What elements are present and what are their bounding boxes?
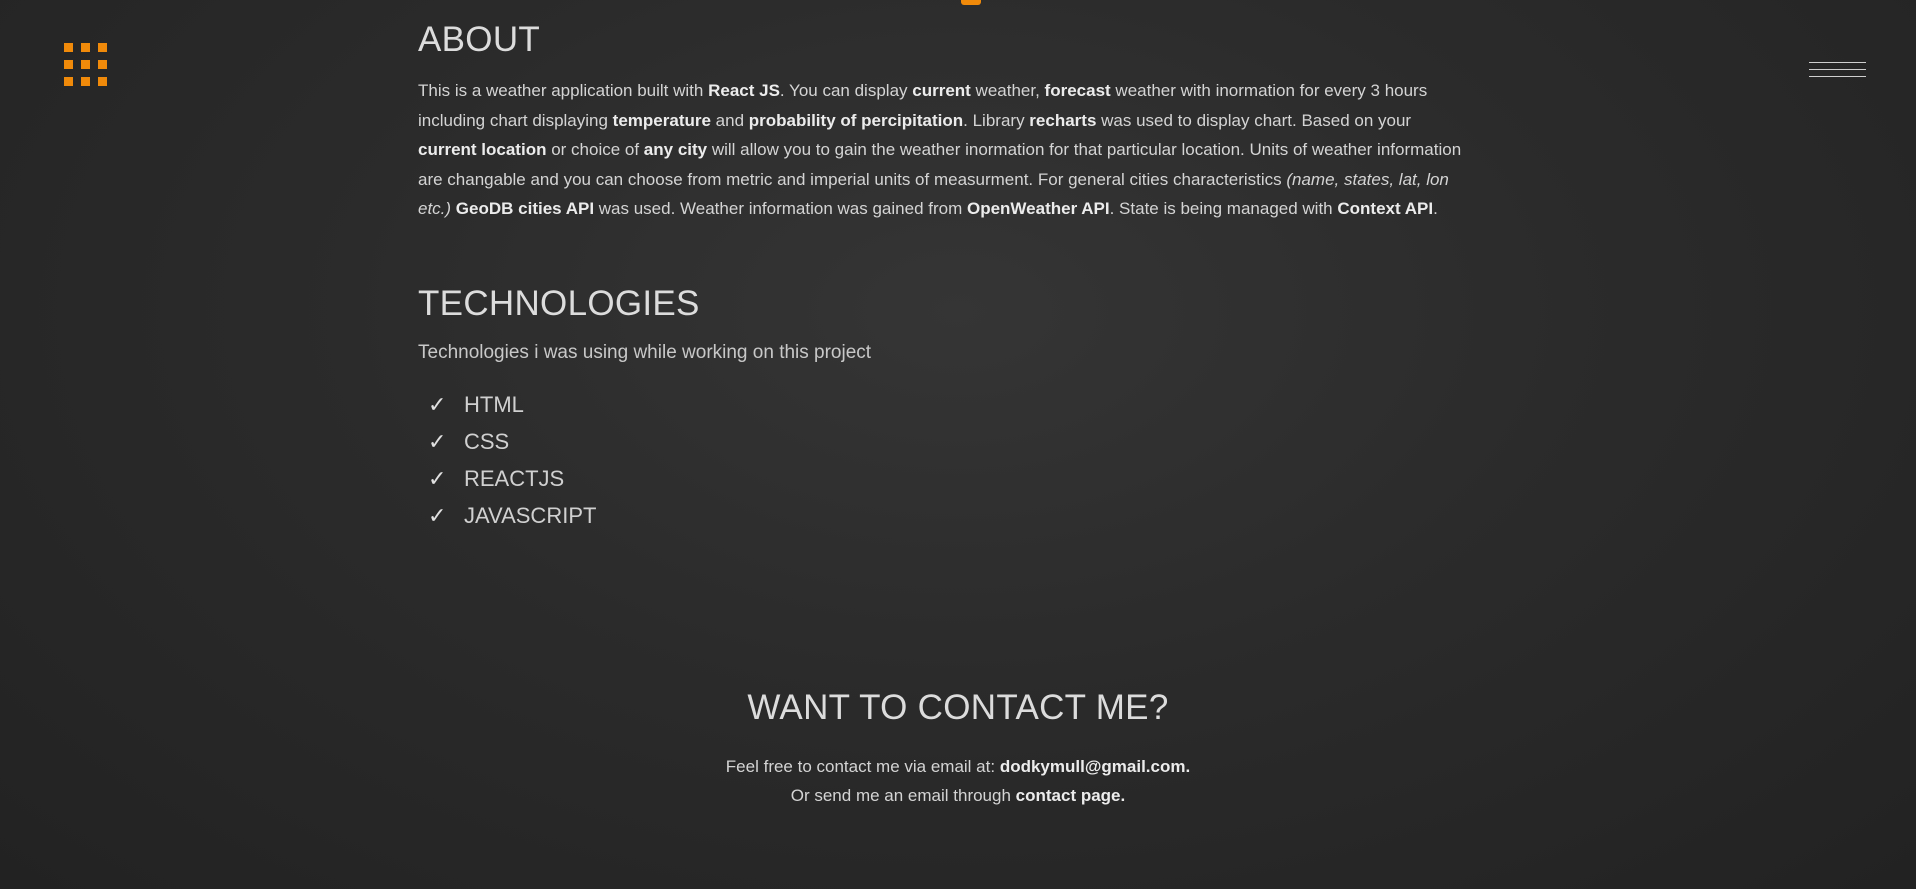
about-text-segment: . State is being managed with bbox=[1109, 199, 1338, 218]
grid-dot bbox=[64, 43, 73, 52]
list-item: ✓ JAVASCRIPT bbox=[428, 497, 1468, 534]
list-item: ✓ CSS bbox=[428, 423, 1468, 460]
about-text-segment: forecast bbox=[1044, 81, 1111, 100]
about-text-segment: probability of percipitation bbox=[748, 110, 964, 130]
technology-label: JAVASCRIPT bbox=[464, 502, 597, 528]
contact-section: WANT TO CONTACT ME? Feel free to contact… bbox=[0, 688, 1916, 810]
about-text-segment: . Library bbox=[963, 110, 1030, 130]
about-text-segment: . You can display bbox=[779, 81, 913, 100]
check-icon: ✓ bbox=[428, 465, 447, 491]
about-text-segment: Context API bbox=[1337, 199, 1434, 218]
about-text-segment: . bbox=[1433, 199, 1438, 218]
contact-email-prefix: Feel free to contact me via email at: bbox=[725, 757, 1000, 776]
grid-dot bbox=[81, 77, 90, 86]
grid-dot bbox=[64, 77, 73, 86]
contact-title: WANT TO CONTACT ME? bbox=[747, 688, 1169, 727]
technologies-subtitle: Technologies i was using while working o… bbox=[418, 341, 872, 363]
about-text-segment: React JS bbox=[708, 81, 780, 100]
list-item: ✓ REACTJS bbox=[428, 460, 1468, 497]
technologies-title: TECHNOLOGIES bbox=[418, 283, 700, 323]
technology-label: CSS bbox=[464, 428, 510, 454]
hamburger-line bbox=[1809, 69, 1866, 70]
about-text-segment: GeoDB cities API bbox=[455, 199, 595, 218]
about-text-segment: was used to display chart. Based on your bbox=[1096, 110, 1412, 130]
contact-email-line: Feel free to contact me via email at: do… bbox=[0, 752, 1916, 781]
about-text-segment: weather, bbox=[970, 81, 1045, 100]
grid-menu-icon[interactable] bbox=[64, 43, 107, 86]
hamburger-line bbox=[1809, 62, 1866, 63]
about-text-segment: temperature bbox=[612, 110, 711, 130]
email-link[interactable]: dodkymull@gmail.com. bbox=[1000, 757, 1190, 776]
hamburger-line bbox=[1809, 76, 1866, 77]
top-scroll-indicator bbox=[961, 0, 981, 5]
about-title: ABOUT bbox=[418, 20, 541, 59]
check-icon: ✓ bbox=[428, 428, 447, 454]
grid-dot bbox=[98, 43, 107, 52]
about-text-segment: and bbox=[710, 110, 749, 130]
hamburger-menu-icon[interactable] bbox=[1809, 62, 1866, 84]
about-text-segment: current bbox=[912, 81, 971, 100]
about-description: This is a weather application built with… bbox=[418, 76, 1468, 224]
technology-label: HTML bbox=[464, 391, 524, 417]
check-icon: ✓ bbox=[428, 502, 447, 528]
about-text-segment: OpenWeather API bbox=[966, 199, 1110, 218]
contact-page-prefix: Or send me an email through bbox=[790, 786, 1016, 805]
technology-label: REACTJS bbox=[464, 465, 565, 491]
grid-dot bbox=[98, 77, 107, 86]
contact-page-link[interactable]: contact page. bbox=[1016, 786, 1126, 805]
grid-dot bbox=[98, 60, 107, 69]
main-content: ABOUT This is a weather application buil… bbox=[418, 20, 1468, 534]
about-text-segment: was used. Weather information was gained… bbox=[594, 199, 967, 218]
about-text-segment: any city bbox=[643, 140, 708, 159]
about-text-segment: recharts bbox=[1029, 110, 1097, 130]
technologies-list: ✓ HTML ✓ CSS ✓ REACTJS ✓ JAVASCRIPT bbox=[428, 386, 1468, 534]
check-icon: ✓ bbox=[428, 391, 447, 417]
grid-dot bbox=[64, 60, 73, 69]
contact-page-line: Or send me an email through contact page… bbox=[0, 781, 1916, 810]
about-text-segment: current location bbox=[418, 140, 547, 159]
list-item: ✓ HTML bbox=[428, 386, 1468, 423]
grid-dot bbox=[81, 60, 90, 69]
grid-dot bbox=[81, 43, 90, 52]
about-text-segment: This is a weather application built with bbox=[418, 81, 709, 100]
about-text-segment: or choice of bbox=[546, 140, 644, 159]
